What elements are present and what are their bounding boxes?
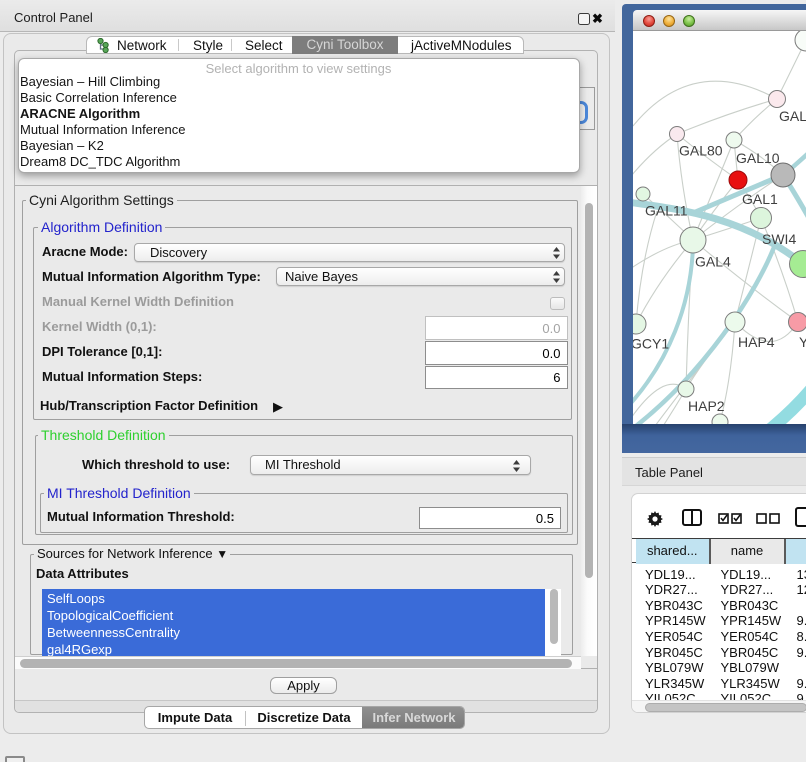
svg-text:GAL10: GAL10 xyxy=(736,150,780,166)
svg-text:GCY1: GCY1 xyxy=(633,336,669,352)
svg-text:YM: YM xyxy=(799,334,806,350)
svg-text:GAL80: GAL80 xyxy=(679,143,723,159)
svg-text:HAP2: HAP2 xyxy=(688,398,725,414)
svg-text:HAP4: HAP4 xyxy=(738,334,775,350)
svg-text:SWI4: SWI4 xyxy=(762,231,796,247)
svg-text:GAL2: GAL2 xyxy=(779,108,806,124)
svg-text:GAL1: GAL1 xyxy=(742,191,778,207)
svg-text:GAL11: GAL11 xyxy=(645,203,688,219)
svg-text:GAL4: GAL4 xyxy=(695,254,731,270)
